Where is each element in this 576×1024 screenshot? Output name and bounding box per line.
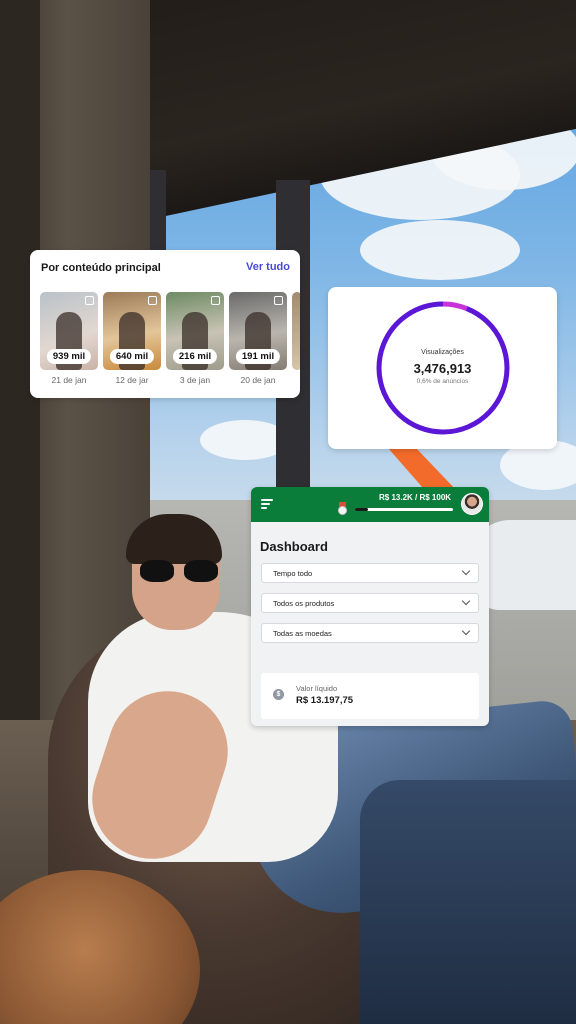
product-filter-select[interactable]: Todos os produtos [261, 593, 479, 613]
revenue-goal-progress [355, 508, 453, 511]
content-date: 20 de jan [240, 375, 276, 385]
see-all-link[interactable]: Ver tudo [246, 261, 290, 273]
page-title: Dashboard [260, 539, 328, 554]
select-value: Todas as moedas [273, 629, 332, 638]
top-content-card: Por conteúdo principal Ver tudo 939 mil … [30, 250, 300, 398]
menu-icon[interactable] [261, 499, 273, 509]
reel-icon [148, 296, 157, 305]
chevron-down-icon [461, 626, 471, 636]
content-date: 21 de jan [51, 375, 87, 385]
cloud [360, 220, 520, 280]
content-thumbnail[interactable]: 216 mil [166, 292, 224, 370]
views-count: 216 mil [172, 349, 218, 364]
views-count: 191 mil [235, 349, 281, 364]
content-date: 12 de jar [115, 375, 149, 385]
dashboard-header: R$ 13.2K / R$ 100K [251, 487, 489, 522]
views-card: Visualizações 3,476,913 0,6% de anúncios [328, 287, 557, 449]
reel-icon [85, 296, 94, 305]
currency-filter-select[interactable]: Todas as moedas [261, 623, 479, 643]
content-thumbnail[interactable]: 640 mil [103, 292, 161, 370]
chevron-down-icon [461, 566, 471, 576]
reel-icon [274, 296, 283, 305]
metric-value: R$ 13.197,75 [296, 695, 354, 706]
dollar-coin-icon: $ [273, 689, 284, 700]
medal-icon [337, 502, 348, 515]
content-thumbnail[interactable] [292, 292, 300, 370]
metric-label: Valor líquido [296, 684, 338, 693]
person-legs [360, 780, 576, 1024]
dashboard-card: R$ 13.2K / R$ 100K Dashboard Tempo todo … [251, 487, 489, 726]
select-value: Tempo todo [273, 569, 313, 578]
views-value: 3,476,913 [413, 361, 472, 376]
chevron-down-icon [461, 596, 471, 606]
views-count: 640 mil [109, 349, 155, 364]
avatar[interactable] [461, 493, 483, 515]
revenue-goal-text: R$ 13.2K / R$ 100K [379, 493, 452, 502]
reel-icon [211, 296, 220, 305]
views-label: Visualizações [421, 349, 464, 356]
content-date: 3 de jan [179, 375, 211, 385]
content-thumbnails: 939 mil 640 mil 216 mil 191 mil [40, 292, 300, 372]
sunglasses [140, 560, 220, 584]
net-value-metric: $ Valor líquido R$ 13.197,75 [261, 673, 479, 719]
content-thumbnail[interactable]: 939 mil [40, 292, 98, 370]
views-count: 939 mil [46, 349, 92, 364]
ads-share-text: 0,6% de anúncios [416, 378, 469, 385]
period-filter-select[interactable]: Tempo todo [261, 563, 479, 583]
select-value: Todos os produtos [273, 599, 335, 608]
content-thumbnail[interactable]: 191 mil [229, 292, 287, 370]
card-title: Por conteúdo principal [41, 262, 161, 274]
